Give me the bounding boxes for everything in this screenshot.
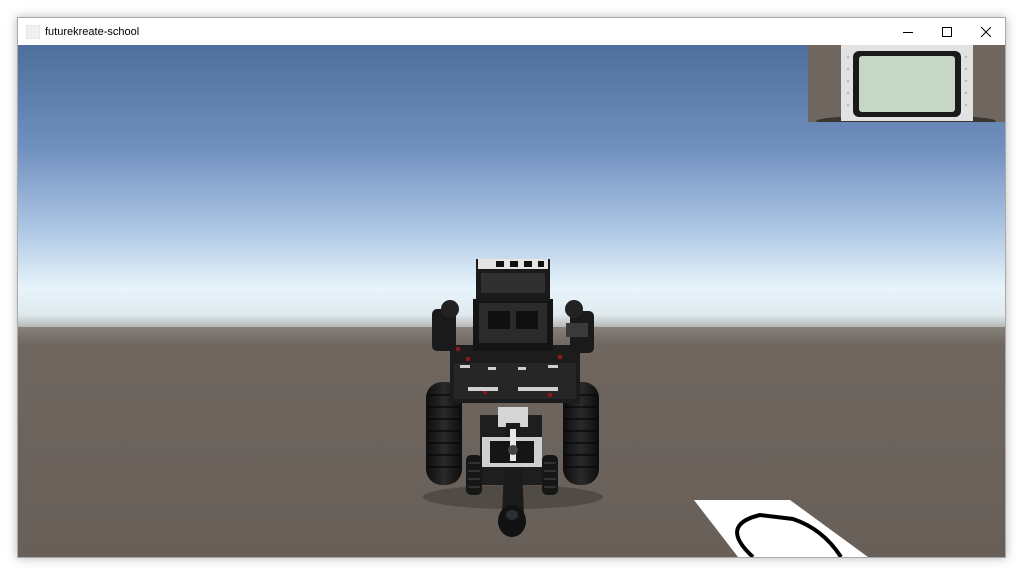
maximize-button[interactable]: [927, 18, 966, 45]
minicam-view: [808, 45, 1005, 122]
close-button[interactable]: [966, 18, 1005, 45]
app-window: futurekreate-school: [17, 17, 1006, 558]
title-bar[interactable]: futurekreate-school: [18, 18, 1005, 45]
minimize-icon: [902, 31, 913, 33]
window-controls: [888, 18, 1005, 45]
game-viewport[interactable]: [18, 45, 1005, 557]
ev3-screen-view: [808, 45, 1005, 122]
app-icon: [26, 24, 40, 39]
robot: [423, 259, 603, 537]
maximize-icon: [941, 26, 952, 37]
window-title: futurekreate-school: [45, 25, 140, 38]
close-icon: [980, 26, 991, 37]
minimize-button[interactable]: [888, 18, 927, 45]
